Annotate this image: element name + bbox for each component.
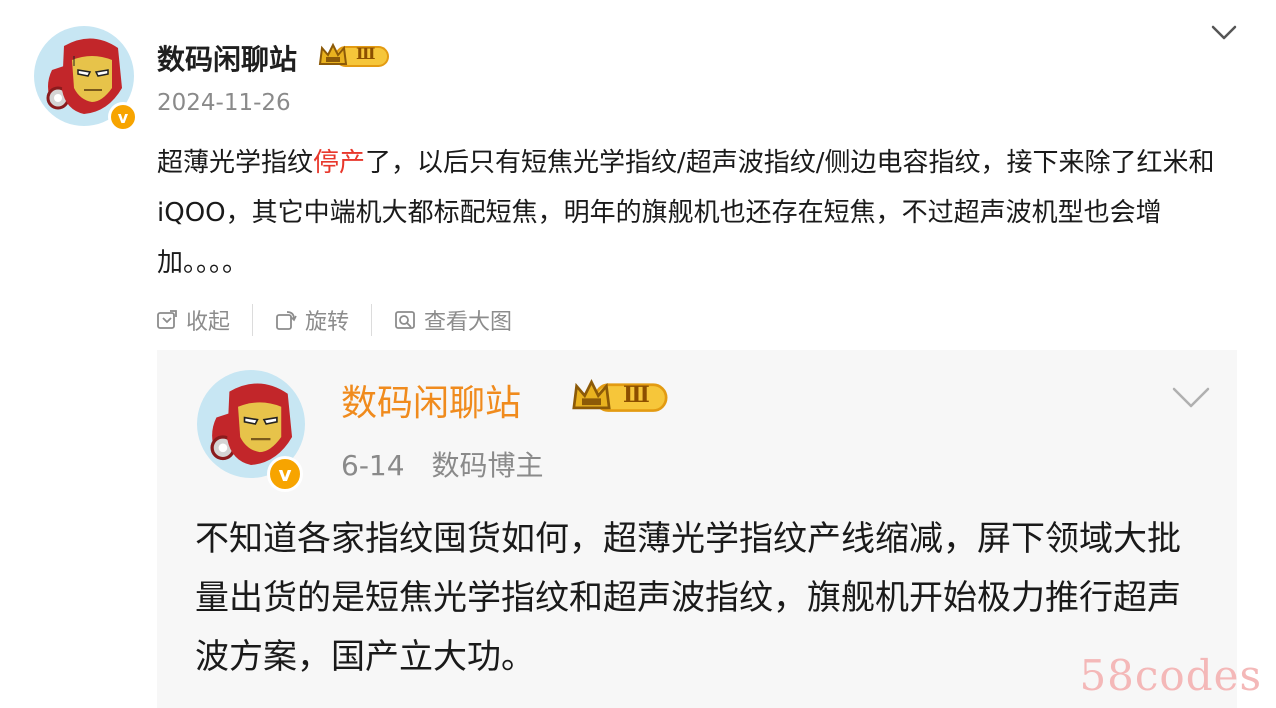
quoted-text: 不知道各家指纹囤货如何，超薄光学指纹产线缩减，屏下领域大批量出货的是短焦光学指纹…	[195, 519, 1181, 677]
crown-level-icon	[318, 42, 389, 67]
level-badge-label: Ⅲ	[356, 44, 376, 63]
view-large-icon	[395, 311, 415, 329]
post-menu-chevron-icon[interactable]	[1210, 24, 1238, 46]
quoted-role: 数码博主	[431, 449, 544, 482]
author-name[interactable]: 数码闲聊站	[157, 38, 297, 78]
verified-badge: v	[108, 102, 138, 132]
rotate-label: 旋转	[305, 310, 350, 335]
image-actions-bar: 收起 旋转 查看大图	[156, 304, 534, 336]
collapse-label: 收起	[186, 310, 231, 335]
rotate-icon	[276, 311, 297, 330]
quoted-level-badge: Ⅲ	[567, 378, 673, 416]
author-avatar[interactable]: v	[34, 26, 138, 132]
crown-level-icon	[572, 379, 668, 412]
post-text-before: 超薄光学指纹	[157, 148, 314, 178]
post-date: 2024-11-26	[157, 90, 291, 116]
collapse-icon	[157, 310, 177, 329]
watermark: 58codes	[1079, 651, 1262, 700]
quoted-date: 6-14	[341, 449, 405, 482]
quoted-post-image[interactable]: v 数码闲聊站 Ⅲ 6-14 数码博主 不知道各家指纹囤货如何，超薄光学指纹产线…	[157, 350, 1237, 708]
level-badge[interactable]: Ⅲ	[318, 42, 390, 70]
quoted-author-name: 数码闲聊站	[341, 383, 522, 424]
quoted-meta: 6-14 数码博主	[341, 444, 543, 484]
quoted-verified-badge: v	[267, 456, 303, 492]
rotate-button[interactable]: 旋转	[252, 304, 371, 336]
quoted-author-avatar: v	[197, 370, 305, 492]
weibo-post: v 数码闲聊站 Ⅲ 2024-11-26 超薄光学指纹停产了，以后只有短焦光学指…	[0, 0, 1276, 708]
view-large-label: 查看大图	[424, 310, 513, 335]
view-large-button[interactable]: 查看大图	[371, 304, 534, 336]
quoted-menu-chevron-icon	[1171, 386, 1211, 414]
collapse-button[interactable]: 收起	[156, 304, 252, 336]
quoted-level-badge-label: Ⅲ	[623, 382, 650, 408]
post-text: 超薄光学指纹停产了，以后只有短焦光学指纹/超声波指纹/侧边电容指纹，接下来除了红…	[157, 138, 1237, 288]
post-text-highlight: 停产	[313, 148, 366, 178]
